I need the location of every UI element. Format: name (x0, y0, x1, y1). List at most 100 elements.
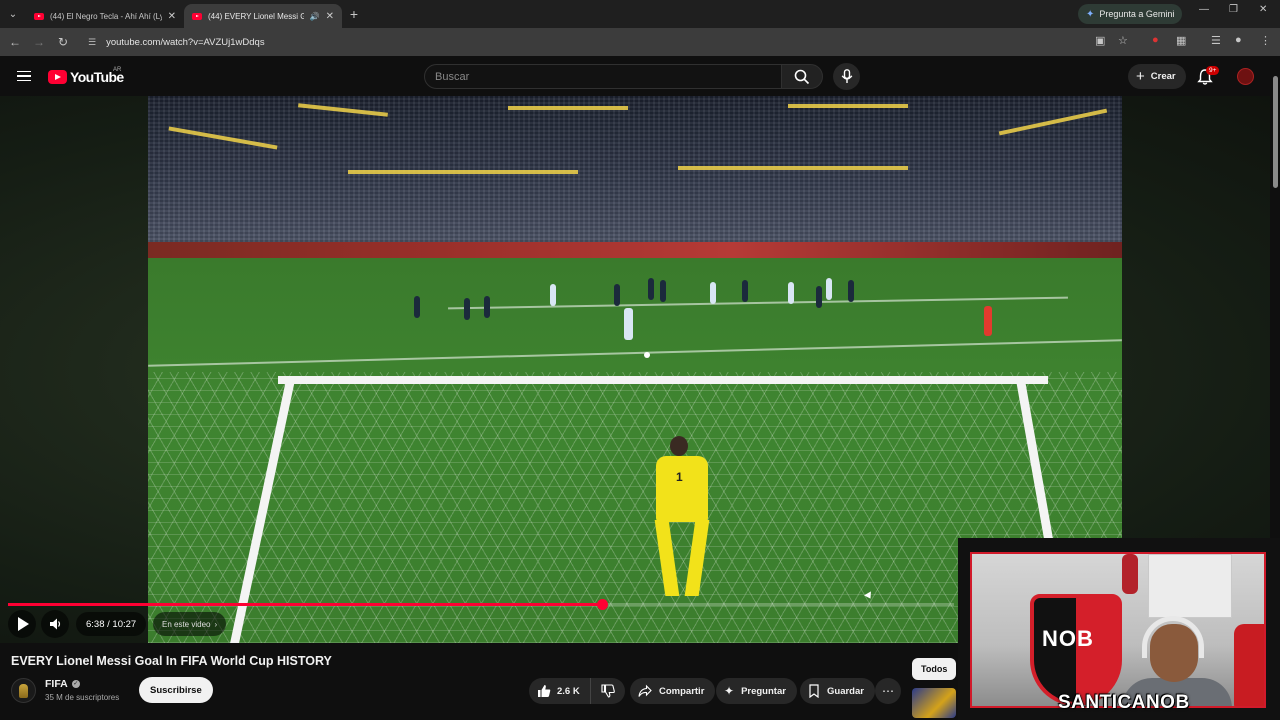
search-input[interactable] (435, 70, 781, 83)
profile-icon[interactable]: ● (1235, 34, 1242, 46)
youtube-favicon-icon (34, 12, 44, 20)
speaker-icon[interactable]: 🔊 (310, 12, 320, 21)
bookmark-star-icon[interactable]: ☆ (1118, 34, 1128, 47)
player-figure (826, 278, 832, 300)
like-dislike-group: 2.6 K (529, 678, 625, 704)
progress-bar[interactable] (8, 599, 954, 610)
recommended-video-thumbnail[interactable] (912, 688, 956, 718)
share-button[interactable]: Compartir (630, 678, 716, 704)
url-text: youtube.com/watch?v=AVZUj1wDdqs (106, 36, 265, 48)
channel-avatar[interactable] (11, 678, 36, 703)
channel-name-row[interactable]: FIFA ✓ (45, 678, 80, 690)
share-icon (638, 684, 652, 697)
country-code: AR (113, 67, 122, 73)
create-button[interactable]: + Crear (1128, 64, 1186, 89)
minimize-icon[interactable]: — (1199, 4, 1209, 15)
hamburger-menu-icon[interactable] (17, 71, 31, 81)
account-avatar[interactable] (1237, 68, 1254, 85)
subscriber-count: 35 M de suscriptores (45, 693, 120, 702)
crossbar (278, 376, 1048, 384)
chevron-right-icon: › (214, 619, 218, 629)
tab-messi-video[interactable]: (44) EVERY Lionel Messi Go 🔊 ✕ (184, 4, 342, 28)
nob-shield-text: NOB (1042, 626, 1094, 651)
time-separator: / (104, 618, 113, 630)
play-button[interactable] (8, 608, 36, 640)
media-control-icon[interactable]: ☰ (1211, 34, 1221, 47)
address-bar[interactable]: ☰ youtube.com/watch?v=AVZUj1wDdqs (80, 32, 1140, 52)
save-button[interactable]: Guardar (800, 678, 875, 704)
streamer-name: SANTICANOB (1058, 692, 1190, 713)
extensions-icon[interactable]: ▦ (1176, 34, 1186, 47)
chapter-button[interactable]: En este video › (153, 612, 227, 636)
dislike-button[interactable] (591, 678, 625, 704)
ask-label: Preguntar (741, 685, 786, 697)
channel-name[interactable]: FIFA (45, 678, 68, 690)
reload-icon[interactable]: ↻ (51, 35, 75, 49)
browser-menu-icon[interactable]: ⋮ (1260, 34, 1271, 47)
stadium-light (788, 104, 908, 108)
search-icon (794, 69, 810, 84)
subscribe-button[interactable]: Suscribirse (139, 677, 213, 703)
gaming-chair (1234, 624, 1264, 706)
goalkeeper-head (670, 436, 688, 456)
wall-panel (1148, 554, 1232, 618)
time-current: 6:38 (86, 618, 105, 630)
goalkeeper-number: 1 (676, 470, 683, 484)
install-app-icon[interactable]: ▣ (1095, 34, 1105, 47)
tab-negro-tecla[interactable]: (44) El Negro Tecla - Ahí Ahí (Ly ✕ (26, 4, 184, 28)
close-tab-icon[interactable]: ✕ (168, 11, 176, 22)
player-figure (464, 298, 470, 320)
voice-search-button[interactable] (833, 63, 860, 90)
ask-button[interactable]: ✦ Preguntar (716, 678, 797, 704)
goalkeeper-leg (684, 520, 710, 596)
save-label: Guardar (827, 685, 864, 697)
youtube-favicon-icon (192, 12, 202, 20)
extension-shield-icon[interactable]: ● (1152, 34, 1159, 46)
play-icon (18, 617, 29, 631)
restore-icon[interactable]: ❐ (1229, 4, 1238, 15)
progress-scrubber[interactable] (596, 599, 608, 610)
player-figure (660, 280, 666, 302)
forward-icon[interactable]: → (27, 35, 51, 49)
tab-search-icon[interactable]: ⌄ (0, 0, 26, 28)
goalkeeper-jersey (656, 456, 708, 522)
youtube-header: YouTube AR + Crear 9+ (0, 56, 1270, 96)
trophy-icon (19, 683, 28, 698)
search-button[interactable] (781, 64, 823, 89)
player-figure (816, 286, 822, 308)
verified-check-icon: ✓ (71, 680, 80, 688)
back-icon[interactable]: ← (3, 35, 27, 49)
bookmark-icon (809, 684, 819, 698)
close-tab-icon[interactable]: ✕ (326, 11, 334, 22)
referee-figure (984, 306, 992, 336)
volume-button-bg (41, 610, 69, 638)
youtube-logo[interactable]: YouTube AR (48, 67, 124, 85)
player-figure (742, 280, 748, 302)
browser-toolbar: ← → ↻ ☰ youtube.com/watch?v=AVZUj1wDdqs (0, 28, 1280, 56)
close-window-icon[interactable]: ✕ (1259, 4, 1267, 15)
goalkeeper-figure: 1 (648, 436, 718, 606)
more-actions-icon[interactable]: ⋯ (875, 678, 901, 704)
player-figure (484, 296, 490, 318)
football (644, 352, 650, 358)
search-box (424, 64, 782, 89)
scrollbar-thumb[interactable] (1273, 76, 1278, 188)
mute-button[interactable] (41, 608, 69, 640)
filter-chip-all[interactable]: Todos (912, 658, 957, 680)
webcam-frame: NOB (970, 552, 1266, 708)
like-count: 2.6 K (557, 685, 580, 697)
gemini-button[interactable]: ✦ Pregunta a Gemini (1078, 4, 1183, 24)
volume-icon (50, 618, 61, 630)
player-figure (648, 278, 654, 300)
site-info-icon[interactable]: ☰ (88, 37, 96, 48)
progress-played (8, 603, 602, 606)
streamer-webcam: NOB SANTICANOB (958, 538, 1280, 720)
figurine (1122, 554, 1138, 594)
tab-title: (44) El Negro Tecla - Ahí Ahí (Ly (50, 11, 162, 21)
like-button[interactable]: 2.6 K (529, 678, 591, 704)
player-figure (414, 296, 420, 318)
youtube-play-logo-icon (48, 70, 67, 84)
new-tab-button[interactable]: + (342, 6, 366, 22)
sparkle-icon: ✦ (724, 684, 735, 698)
tab-title: (44) EVERY Lionel Messi Go (208, 11, 304, 21)
